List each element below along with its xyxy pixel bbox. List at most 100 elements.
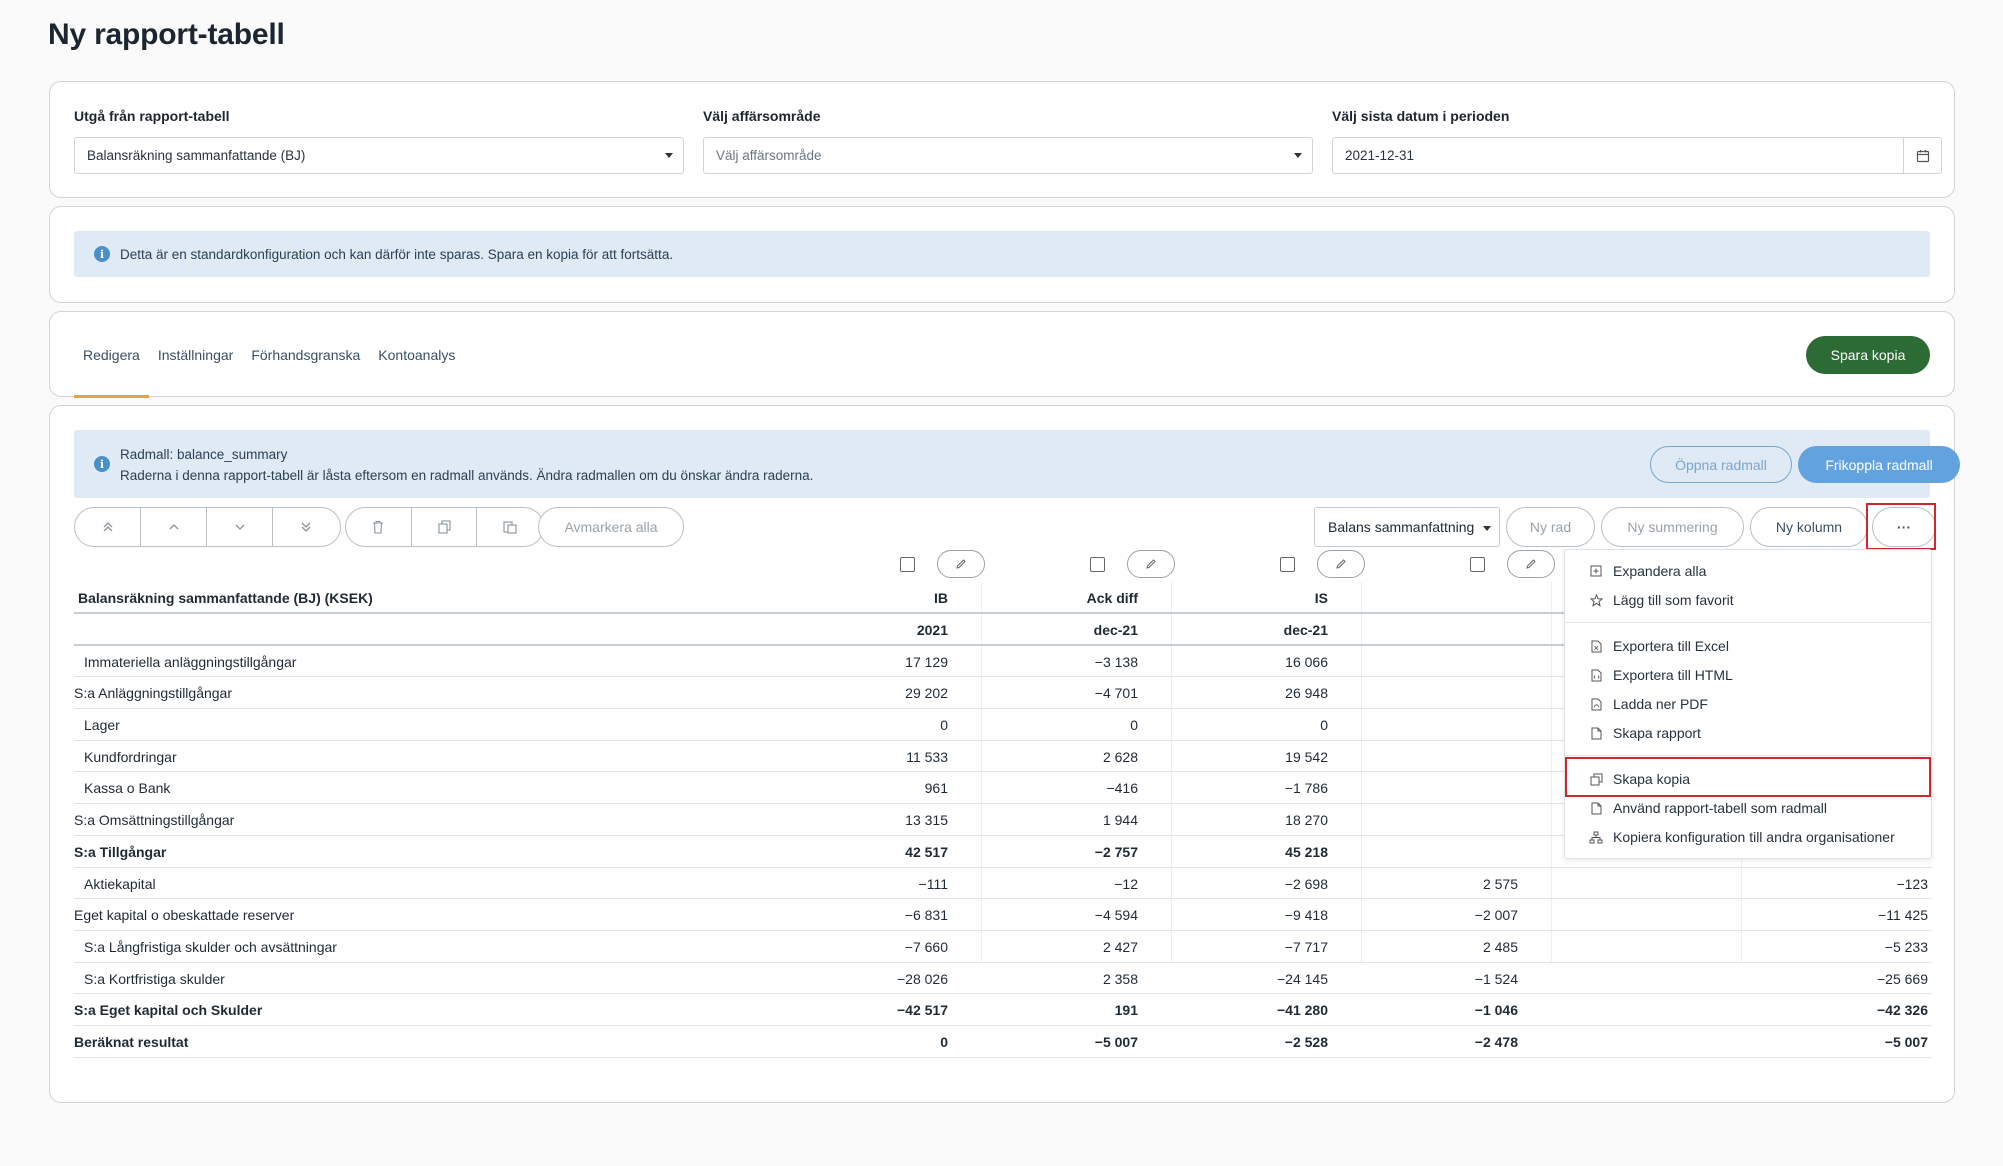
menu-divider: [1565, 755, 1931, 756]
column-header-is: IS: [1314, 590, 1328, 606]
cell-value: −2 698: [1284, 875, 1328, 892]
report-select-value: Balansräkning sammanfattande (BJ): [87, 148, 306, 163]
menu-item-copy-config[interactable]: Kopiera konfiguration till andra organis…: [1565, 823, 1931, 851]
star-icon: [1589, 593, 1603, 607]
edit-column-button[interactable]: [937, 550, 985, 578]
new-row-button[interactable]: Ny rad: [1506, 507, 1595, 547]
table-row[interactable]: S:a Eget kapital och Skulder −42 517 191 −4…: [74, 994, 1932, 1026]
move-bottom-button[interactable]: [273, 508, 339, 546]
date-input[interactable]: 2021-12-31: [1332, 137, 1942, 174]
report-select[interactable]: Balansräkning sammanfattande (BJ): [74, 137, 684, 174]
excel-file-icon: [1589, 639, 1603, 653]
table-row[interactable]: Beräknat resultat 0 −5 007 −2 528 −2 478 −5 0…: [74, 1026, 1932, 1058]
menu-item-export-html[interactable]: Exportera till HTML: [1565, 661, 1931, 689]
row-label: S:a Omsättningstillgångar: [74, 812, 235, 829]
edit-column-button[interactable]: [1317, 550, 1365, 578]
trash-icon: [373, 520, 384, 534]
cell-value: −7 660: [904, 938, 948, 955]
caret-down-icon: [665, 153, 673, 158]
move-down-button[interactable]: [207, 508, 273, 546]
new-summary-button[interactable]: Ny summering: [1601, 507, 1744, 547]
copy-button[interactable]: [412, 508, 478, 546]
column-control-4: [1470, 550, 1555, 578]
tab-forhandsgranska[interactable]: Förhandsgranska: [242, 312, 369, 398]
new-column-button[interactable]: Ny kolumn: [1750, 507, 1868, 547]
menu-item-download-pdf[interactable]: Ladda ner PDF: [1565, 690, 1931, 718]
cell-value: −416: [1106, 780, 1138, 797]
column-sub-ib: 2021: [916, 622, 948, 638]
more-options-highlight: [1866, 503, 1936, 550]
table-row[interactable]: Aktiekapital −111 −12 −2 698 2 575 −123: [74, 868, 1932, 900]
pencil-icon: [1336, 559, 1346, 569]
area-select[interactable]: Välj affärsområde: [703, 137, 1313, 174]
row-label: S:a Kortfristiga skulder: [84, 970, 225, 987]
column-checkbox[interactable]: [900, 556, 915, 572]
cell-value: −9 418: [1284, 907, 1328, 924]
open-radmall-button[interactable]: Öppna radmall: [1650, 446, 1792, 483]
menu-item-label: Skapa rapport: [1613, 725, 1701, 741]
cell-value: 0: [1320, 717, 1328, 734]
column-checkbox[interactable]: [1280, 556, 1295, 572]
deselect-all-button[interactable]: Avmarkera alla: [538, 507, 684, 547]
cell-value: 2 485: [1482, 938, 1518, 955]
pencil-icon: [956, 559, 966, 569]
calendar-button[interactable]: [1903, 138, 1941, 173]
menu-item-export-excel[interactable]: Exportera till Excel: [1565, 632, 1931, 660]
move-up-button[interactable]: [141, 508, 207, 546]
delete-button[interactable]: [346, 508, 412, 546]
table-row[interactable]: S:a Långfristiga skulder och avsättninga…: [74, 931, 1932, 963]
cell-value: −123: [1896, 875, 1928, 892]
menu-item-expand-all[interactable]: Expandera alla: [1565, 557, 1931, 585]
move-rows-group: [74, 507, 341, 547]
view-select-value: Balans sammanfattning: [1328, 519, 1475, 535]
menu-item-label: Kopiera konfiguration till andra organis…: [1613, 829, 1895, 845]
edit-column-button[interactable]: [1127, 550, 1175, 578]
caret-down-icon: [1483, 526, 1491, 531]
area-label: Välj affärsområde: [703, 108, 821, 124]
cell-value: −3 138: [1094, 653, 1138, 670]
cell-value: 1 944: [1102, 812, 1138, 829]
html-file-icon: [1589, 668, 1603, 682]
table-row[interactable]: S:a Kortfristiga skulder −28 026 2 358 −24 …: [74, 963, 1932, 995]
cell-value: 2 628: [1102, 748, 1138, 765]
column-checkbox[interactable]: [1090, 556, 1105, 572]
menu-item-add-favorite[interactable]: Lägg till som favorit: [1565, 586, 1931, 614]
detach-radmall-button[interactable]: Frikoppla radmall: [1798, 446, 1960, 483]
date-label: Välj sista datum i perioden: [1332, 108, 1510, 124]
edit-column-button[interactable]: [1507, 550, 1555, 578]
double-chevron-down-icon: [301, 522, 311, 532]
cell-value: 18 270: [1285, 812, 1328, 829]
save-copy-button[interactable]: Spara kopia: [1806, 336, 1930, 374]
double-chevron-up-icon: [103, 522, 112, 532]
date-input-value: 2021-12-31: [1345, 148, 1415, 163]
radmall-alert: i Radmall: balance_summary Raderna i den…: [74, 430, 1960, 498]
expand-icon: [1589, 564, 1603, 578]
view-select[interactable]: Balans sammanfattning: [1314, 507, 1500, 547]
row-label: S:a Tillgångar: [74, 843, 167, 860]
table-row[interactable]: Eget kapital o obeskattade reserver −6 83…: [74, 899, 1932, 931]
cell-value: −2 528: [1284, 1033, 1328, 1050]
filter-card: Utgå från rapport-tabell Balansräkning s…: [49, 81, 1955, 198]
cell-value: −41 280: [1277, 1002, 1328, 1019]
cell-value: −5 233: [1884, 938, 1928, 955]
row-label: Kassa o Bank: [84, 780, 171, 797]
cell-value: −2 757: [1094, 843, 1138, 860]
tab-kontoanalys[interactable]: Kontoanalys: [369, 312, 464, 398]
menu-item-create-report[interactable]: Skapa rapport: [1565, 719, 1931, 747]
info-icon: i: [94, 456, 110, 472]
cell-value: −28 026: [897, 970, 948, 987]
page-title: Ny rapport-tabell: [48, 18, 285, 51]
column-checkbox[interactable]: [1470, 556, 1485, 572]
sitemap-icon: [1589, 830, 1603, 844]
tab-installningar[interactable]: Inställningar: [149, 312, 243, 398]
chevron-up-icon: [169, 524, 178, 530]
column-header-ack-diff: Ack diff: [1086, 590, 1138, 606]
create-copy-highlight: [1565, 757, 1931, 797]
cell-value: −111: [918, 875, 948, 892]
cell-value: −5 007: [1094, 1033, 1138, 1050]
tab-redigera[interactable]: Redigera: [74, 312, 149, 398]
cell-value: 2 427: [1102, 938, 1138, 955]
move-top-button[interactable]: [75, 508, 141, 546]
menu-item-use-as-template[interactable]: Använd rapport-tabell som radmall: [1565, 794, 1931, 822]
paste-button[interactable]: [477, 508, 543, 546]
